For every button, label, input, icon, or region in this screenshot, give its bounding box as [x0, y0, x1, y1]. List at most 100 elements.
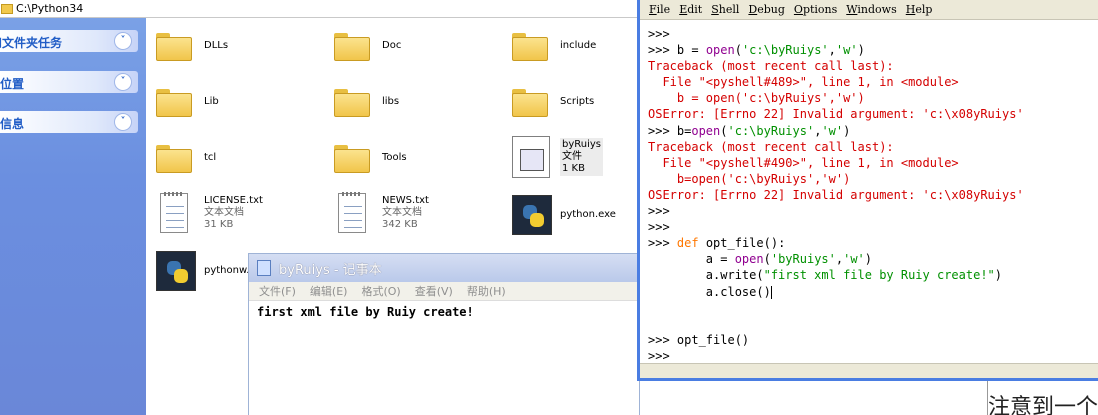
file-item-doc[interactable]: Doc: [334, 31, 401, 61]
text-cursor: [770, 285, 772, 299]
file-kind: 文件: [562, 151, 582, 162]
task-section-details[interactable]: 详细信息 ˅: [0, 111, 138, 133]
task-section-other-places[interactable]: 其它位置 ˅: [0, 71, 138, 93]
task-section-label: 其它位置: [0, 77, 25, 91]
window-title: byRuiys - 记事本: [279, 262, 382, 278]
prompt: >>>: [648, 332, 677, 347]
shell-line: >>>: [640, 26, 1098, 42]
folder-icon: [512, 87, 548, 117]
file-name: python.exe: [560, 209, 616, 220]
folder-icon: [156, 31, 192, 61]
folder-icon: [334, 87, 370, 117]
folder-icon: [156, 143, 192, 173]
shell-line: File "<pyshell#490>", line 1, in <module…: [648, 155, 959, 170]
file-name: NEWS.txt: [382, 195, 429, 206]
file-name: libs: [382, 96, 400, 107]
text-document-icon: [160, 192, 188, 233]
file-item-lib[interactable]: Lib: [156, 87, 219, 117]
shell-line: Traceback (most recent call last):: [648, 139, 894, 154]
address-text: C:\Python34: [16, 2, 84, 15]
folder-icon: [1, 3, 13, 14]
menu-file[interactable]: 文件(F): [259, 283, 296, 299]
idle-menu-bar: File Edit Shell Debug Options Windows He…: [640, 0, 1098, 20]
menu-windows[interactable]: Windows: [846, 3, 896, 16]
file-item-license[interactable]: LICENSE.txt 文本文档 31 KB: [160, 192, 263, 233]
file-name: Tools: [382, 152, 407, 163]
shell-line: >>> b=open('c:\byRuiys','w'): [648, 123, 851, 138]
menu-view[interactable]: 查看(V): [415, 283, 453, 299]
shell-line: a.write("first xml file by Ruiy create!"…: [648, 268, 1003, 283]
menu-shell[interactable]: Shell: [711, 3, 739, 16]
file-size: 31 KB: [204, 219, 234, 230]
python-icon: [156, 251, 196, 291]
notepad-text-area[interactable]: first xml file by Ruiy create!: [249, 301, 639, 323]
shell-line: >>>: [640, 219, 1098, 235]
shell-text-area[interactable]: >>> >>> b = open('c:\byRuiys','w') Traceba…: [640, 26, 1098, 364]
file-name: Doc: [382, 40, 402, 51]
task-section-label: 件和文件夹任务: [0, 36, 63, 50]
shell-line: OSError: [Errno 22] Invalid argument: 'c…: [648, 107, 1024, 122]
prompt: >>>: [648, 43, 677, 58]
shell-line: >>> b = open('c:\byRuiys','w'): [648, 43, 865, 58]
address-bar[interactable]: C:\Python34: [0, 0, 640, 18]
file-name: Lib: [204, 96, 219, 107]
menu-format[interactable]: 格式(O): [361, 283, 400, 299]
folder-icon: [512, 31, 548, 61]
file-name: LICENSE.txt: [204, 195, 263, 206]
file-item-pythonw[interactable]: pythonw.: [156, 251, 249, 291]
file-item-python-exe[interactable]: python.exe: [512, 195, 616, 235]
prompt: >>>: [648, 236, 677, 251]
menu-file[interactable]: File: [649, 3, 670, 16]
menu-edit[interactable]: 编辑(E): [310, 283, 348, 299]
document-text: 注意到一个: [988, 395, 1098, 415]
file-size: 342 KB: [382, 219, 418, 230]
folder-icon: [334, 143, 370, 173]
shell-line: >>>: [640, 348, 1098, 364]
shell-line: Traceback (most recent call last):: [648, 59, 894, 74]
file-item-tcl[interactable]: tcl: [156, 143, 216, 173]
notepad-menu-bar: 文件(F) 编辑(E) 格式(O) 查看(V) 帮助(H): [249, 282, 639, 301]
folder-icon: [156, 87, 192, 117]
menu-edit[interactable]: Edit: [679, 3, 702, 16]
folder-icon: [334, 31, 370, 61]
shell-line: OSError: [Errno 22] Invalid argument: 'c…: [648, 187, 1024, 202]
background-document: 注意到一个: [987, 381, 1098, 415]
shell-line: >>>: [640, 203, 1098, 219]
status-bar: [640, 363, 1098, 378]
menu-help[interactable]: Help: [906, 3, 933, 16]
file-item-libs[interactable]: libs: [334, 87, 399, 117]
file-item-news[interactable]: NEWS.txt 文本文档 342 KB: [338, 192, 429, 233]
file-item-scripts[interactable]: Scripts: [512, 87, 594, 117]
idle-shell-window: File Edit Shell Debug Options Windows He…: [637, 0, 1098, 381]
task-section-label: 详细信息: [0, 117, 25, 131]
shell-line: a = open('byRuiys','w'): [648, 252, 873, 267]
menu-options[interactable]: Options: [794, 3, 837, 16]
notepad-window: byRuiys - 记事本 文件(F) 编辑(E) 格式(O) 查看(V) 帮助…: [248, 253, 640, 415]
chevron-down-icon[interactable]: ˅: [114, 32, 132, 50]
file-item-dlls[interactable]: DLLs: [156, 31, 228, 61]
shell-line: File "<pyshell#489>", line 1, in <module…: [648, 75, 959, 90]
file-name: byRuiys: [562, 139, 602, 150]
file-name: pythonw.: [204, 265, 250, 276]
python-icon: [512, 195, 552, 235]
file-item-byruiys[interactable]: byRuiys 文件 1 KB: [512, 136, 604, 178]
chevron-down-icon[interactable]: ˅: [114, 73, 132, 91]
menu-debug[interactable]: Debug: [748, 3, 785, 16]
file-size: 1 KB: [562, 163, 585, 174]
notepad-title-bar[interactable]: byRuiys - 记事本: [249, 254, 639, 282]
prompt: >>>: [648, 123, 677, 138]
file-icon: [512, 136, 550, 178]
file-item-include[interactable]: include: [512, 31, 596, 61]
task-pane: 件和文件夹任务 ˅ 其它位置 ˅ 详细信息 ˅: [0, 18, 146, 415]
file-item-tools[interactable]: Tools: [334, 143, 407, 173]
file-kind: 文本文档: [204, 207, 244, 218]
chevron-down-icon[interactable]: ˅: [114, 113, 132, 131]
file-kind: 文本文档: [382, 207, 422, 218]
shell-line: b = open('c:\byRuiys','w'): [648, 91, 865, 106]
menu-help[interactable]: 帮助(H): [467, 283, 506, 299]
task-section-file-folder[interactable]: 件和文件夹任务 ˅: [0, 30, 138, 52]
shell-line: >>> opt_file(): [648, 332, 750, 347]
shell-line: b=open('c:\byRuiys','w'): [648, 171, 851, 186]
